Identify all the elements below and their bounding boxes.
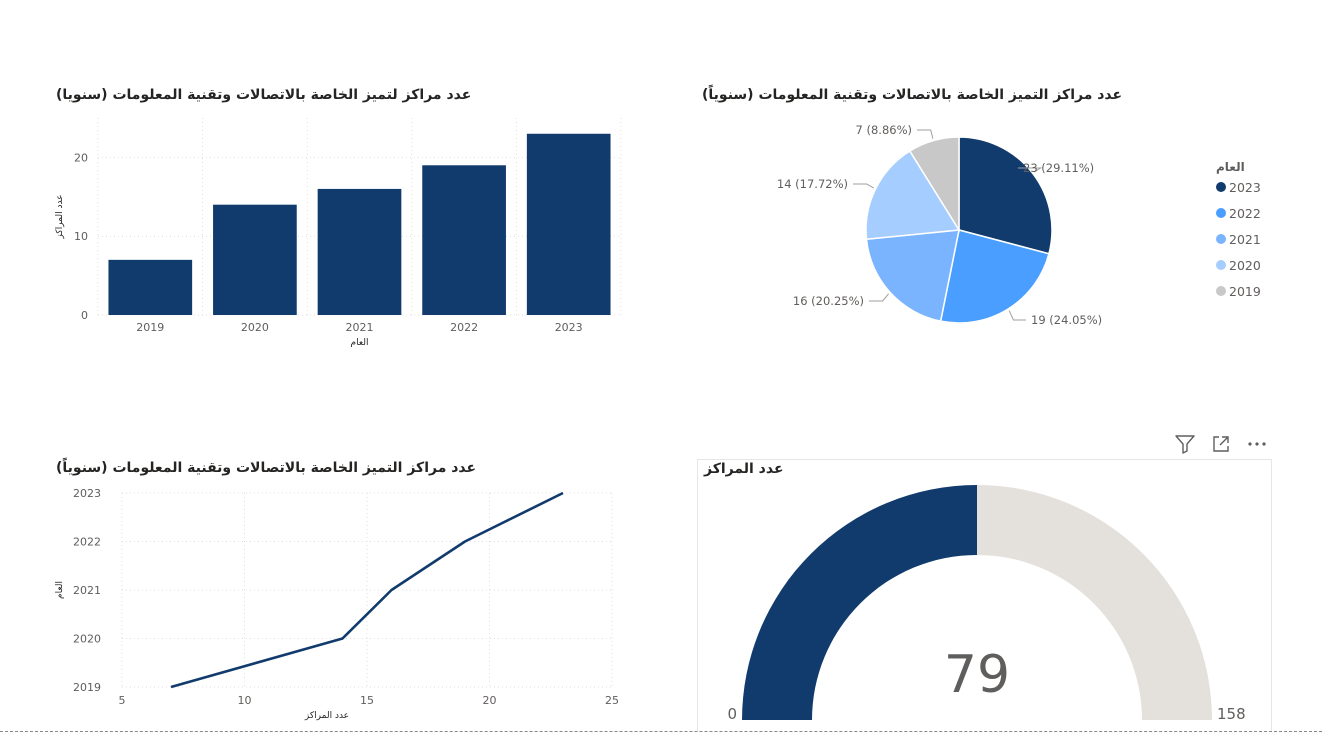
line-y-tick: 2021 [73, 584, 101, 597]
bar-y-axis-title: عدد المراكز [55, 194, 65, 239]
pie-legend-title: العام [1216, 160, 1245, 175]
line-x-tick: 20 [483, 694, 497, 707]
line-y-tick: 2022 [73, 536, 101, 549]
gauge-value-label: 79 [944, 645, 1010, 705]
pie-legend-label: 2020 [1229, 258, 1261, 273]
bar-chart: 0 10 20 2019 2020 2021 2022 2023 العام عدد المراك… [55, 118, 622, 348]
line-x-axis-title: عدد المراكز [304, 711, 349, 721]
focus-mode-icon[interactable] [1208, 431, 1234, 457]
line-x-tick: 5 [119, 694, 126, 707]
bar [108, 259, 193, 315]
bar [526, 133, 611, 315]
line-x-tick: 10 [238, 694, 252, 707]
bar [317, 188, 402, 315]
bar-y-tick: 20 [74, 151, 88, 164]
pie-legend-label: 2023 [1229, 180, 1261, 195]
bar-y-tick: 10 [74, 230, 88, 243]
bar-x-tick: 2021 [346, 321, 374, 334]
visual-header [1172, 431, 1272, 457]
bar-chart-visual[interactable]: عدد مراكز لتميز الخاصة بالاتصالات وتقنية… [40, 78, 640, 368]
line-chart-visual[interactable]: عدد مراكز التميز الخاصة بالاتصالات وتقني… [40, 450, 640, 730]
pie-data-label: 23 (29.11%) [1023, 161, 1094, 175]
pie-legend-label: 2022 [1229, 206, 1261, 221]
pie-chart-visual[interactable]: عدد مراكز التميز الخاصة بالاتصالات وتقني… [690, 78, 1290, 368]
bar-x-axis-title: العام [351, 338, 369, 348]
line-y-axis-title: العام [55, 581, 65, 599]
bar-x-tick: 2023 [555, 321, 583, 334]
pie-data-label: 14 (17.72%) [777, 177, 848, 191]
bar [422, 165, 506, 315]
pie-legend-label: 2019 [1229, 284, 1261, 299]
gauge-visual[interactable]: عدد المراكز 79 0 158 [697, 459, 1272, 731]
pie-leader-line [917, 129, 934, 139]
pie-legend-marker [1216, 208, 1226, 218]
pie-legend-marker [1216, 234, 1226, 244]
pie-leader-line [1008, 310, 1026, 321]
bar-y-tick: 0 [81, 309, 88, 322]
pie-data-label: 7 (8.86%) [856, 123, 912, 137]
line-chart: 5 10 15 20 25 2019 2020 2021 2022 2023 عدد المراكز… [55, 487, 619, 721]
gauge-max-label: 158 [1217, 705, 1246, 723]
page-bottom-border [0, 731, 1322, 732]
bar-x-tick: 2020 [241, 321, 269, 334]
pie-chart: 23 (29.11%) 19 (24.05%) 16 (20.25%) 14 (17.… [777, 123, 1261, 327]
line-y-tick: 2019 [73, 681, 101, 694]
bar-x-tick: 2019 [136, 321, 164, 334]
line-y-tick: 2020 [73, 633, 101, 646]
line-x-tick: 25 [605, 694, 619, 707]
filter-icon[interactable] [1172, 431, 1198, 457]
gauge-min-label: 0 [727, 705, 737, 723]
pie-legend-marker [1216, 286, 1226, 296]
gauge-chart: 79 0 158 [727, 485, 1246, 723]
pie-legend-label: 2021 [1229, 232, 1261, 247]
more-options-icon[interactable] [1244, 431, 1270, 457]
gauge-track-arc [977, 485, 1212, 720]
pie-data-label: 19 (24.05%) [1031, 313, 1102, 327]
line-y-tick: 2023 [73, 487, 101, 500]
pie-data-label: 16 (20.25%) [793, 294, 864, 308]
pie-leader-line [869, 293, 889, 302]
pie-legend-marker [1216, 182, 1226, 192]
gauge-value-arc [742, 485, 977, 720]
pie-leader-line [853, 183, 875, 189]
pie-legend-marker [1216, 260, 1226, 270]
line-x-tick: 15 [360, 694, 374, 707]
bar-x-tick: 2022 [450, 321, 478, 334]
bar [213, 204, 297, 315]
